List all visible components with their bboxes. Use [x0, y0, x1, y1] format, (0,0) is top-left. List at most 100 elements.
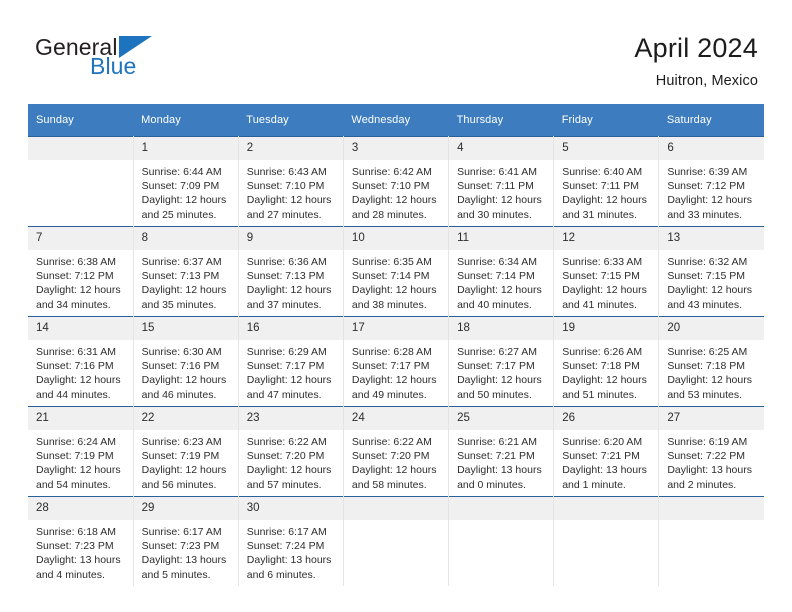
calendar-day-cell[interactable]: 10 Sunrise: 6:35 AM Sunset: 7:14 PM Dayligh… [342, 226, 450, 317]
calendar-day-cell[interactable]: 27 Sunrise: 6:19 AM Sunset: 7:22 PM Dayligh… [658, 406, 764, 497]
weekday-header-row: Sunday Monday Tuesday Wednesday Thursday Frid… [28, 104, 764, 137]
calendar-day-cell[interactable]: 11 Sunrise: 6:34 AM Sunset: 7:14 PM Dayligh… [448, 226, 555, 317]
calendar-day-cell[interactable]: 2 Sunrise: 6:43 AM Sunset: 7:10 PM Daylight… [237, 136, 344, 227]
calendar-day-cell[interactable]: 24 Sunrise: 6:22 AM Sunset: 7:20 PM Dayligh… [342, 406, 450, 497]
daylight-text-line1: Daylight: 12 hours [562, 374, 647, 387]
page-title: April 2024 [634, 33, 758, 63]
daylight-text-line1: Daylight: 12 hours [36, 374, 121, 387]
daylight-text-line2: and 4 minutes. [36, 568, 105, 581]
calendar-day-cell[interactable]: 3 Sunrise: 6:42 AM Sunset: 7:10 PM Daylight… [342, 136, 450, 227]
sunset-text: Sunset: 7:19 PM [36, 450, 114, 463]
daylight-text-line2: and 49 minutes. [351, 388, 427, 401]
calendar-day-cell[interactable]: 15 Sunrise: 6:30 AM Sunset: 7:16 PM Dayligh… [132, 316, 239, 407]
calendar-day-cell[interactable]: 16 Sunrise: 6:29 AM Sunset: 7:17 PM Dayligh… [237, 316, 344, 407]
calendar-day-cell-empty [658, 496, 764, 586]
sunrise-text: Sunrise: 6:22 AM [246, 436, 327, 448]
weekday-header-tuesday: Tuesday [238, 104, 344, 137]
daylight-text-line2: and 46 minutes. [141, 388, 217, 401]
day-details: Sunrise: 6:33 AM Sunset: 7:15 PM Daylight:… [554, 250, 658, 312]
daylight-text-line2: and 25 minutes. [141, 208, 217, 221]
daylight-text-line2: and 37 minutes. [246, 298, 322, 311]
sunrise-text: Sunrise: 6:23 AM [141, 436, 222, 448]
day-number: 13 [659, 227, 764, 250]
daylight-text-line1: Daylight: 12 hours [667, 374, 752, 387]
calendar-day-cell[interactable]: 20 Sunrise: 6:25 AM Sunset: 7:18 PM Dayligh… [658, 316, 764, 407]
daylight-text-line1: Daylight: 12 hours [457, 194, 542, 207]
calendar-day-cell[interactable]: 18 Sunrise: 6:27 AM Sunset: 7:17 PM Dayligh… [448, 316, 555, 407]
calendar-day-cell[interactable]: 14 Sunrise: 6:31 AM Sunset: 7:16 PM Dayligh… [28, 316, 134, 407]
calendar-day-cell[interactable]: 5 Sunrise: 6:40 AM Sunset: 7:11 PM Daylight… [553, 136, 660, 227]
weekday-header-saturday: Saturday [658, 104, 764, 137]
calendar-day-cell[interactable]: 26 Sunrise: 6:20 AM Sunset: 7:21 PM Dayligh… [553, 406, 660, 497]
calendar-day-cell[interactable]: 23 Sunrise: 6:22 AM Sunset: 7:20 PM Dayligh… [237, 406, 344, 497]
calendar-day-cell[interactable]: 22 Sunrise: 6:23 AM Sunset: 7:19 PM Dayligh… [132, 406, 239, 497]
daylight-text-line2: and 58 minutes. [351, 478, 427, 491]
sunset-text: Sunset: 7:14 PM [457, 270, 535, 283]
daylight-text-line1: Daylight: 13 hours [667, 464, 752, 477]
day-number: 25 [449, 407, 554, 430]
weekday-header-thursday: Thursday [448, 104, 554, 137]
sunset-text: Sunset: 7:21 PM [457, 450, 535, 463]
daylight-text-line1: Daylight: 12 hours [141, 284, 227, 297]
weekday-header-sunday: Sunday [28, 104, 134, 137]
daylight-text-line2: and 47 minutes. [246, 388, 322, 401]
weekday-header-wednesday: Wednesday [343, 104, 449, 137]
sunrise-text: Sunrise: 6:24 AM [36, 436, 116, 448]
brand-logo[interactable]: General Blue [35, 36, 265, 92]
brand-text-general: General [35, 34, 118, 60]
daylight-text-line2: and 44 minutes. [36, 388, 111, 401]
daylight-text-line2: and 54 minutes. [36, 478, 111, 491]
sunset-text: Sunset: 7:13 PM [141, 270, 220, 283]
calendar-day-cell[interactable]: 12 Sunrise: 6:33 AM Sunset: 7:15 PM Dayligh… [553, 226, 660, 317]
daylight-text-line2: and 1 minute. [562, 478, 626, 491]
daylight-text-line1: Daylight: 12 hours [246, 194, 332, 207]
daylight-text-line1: Daylight: 12 hours [246, 374, 332, 387]
sunrise-text: Sunrise: 6:17 AM [141, 526, 222, 538]
sunrise-text: Sunrise: 6:44 AM [141, 166, 222, 178]
calendar-day-cell[interactable]: 7 Sunrise: 6:38 AM Sunset: 7:12 PM Daylight… [28, 226, 134, 317]
calendar-day-cell[interactable]: 19 Sunrise: 6:26 AM Sunset: 7:18 PM Dayligh… [553, 316, 660, 407]
calendar-day-cell[interactable]: 21 Sunrise: 6:24 AM Sunset: 7:19 PM Dayligh… [28, 406, 134, 497]
daylight-text-line1: Daylight: 12 hours [141, 194, 227, 207]
calendar-table: Sunday Monday Tuesday Wednesday Thursday Frid… [28, 104, 764, 586]
daylight-text-line1: Daylight: 12 hours [351, 374, 437, 387]
sunrise-text: Sunrise: 6:40 AM [562, 166, 643, 178]
calendar-day-cell-empty [448, 496, 555, 586]
sunset-text: Sunset: 7:18 PM [562, 360, 640, 373]
daylight-text-line1: Daylight: 12 hours [246, 284, 332, 297]
sunrise-text: Sunrise: 6:22 AM [351, 436, 432, 448]
calendar-day-cell[interactable]: 13 Sunrise: 6:32 AM Sunset: 7:15 PM Dayligh… [658, 226, 764, 317]
calendar-day-cell[interactable]: 4 Sunrise: 6:41 AM Sunset: 7:11 PM Daylight… [448, 136, 555, 227]
calendar-day-cell[interactable]: 30 Sunrise: 6:17 AM Sunset: 7:24 PM Dayligh… [237, 496, 344, 586]
daylight-text-line1: Daylight: 12 hours [457, 374, 542, 387]
daylight-text-line1: Daylight: 12 hours [562, 194, 647, 207]
daylight-text-line1: Daylight: 12 hours [36, 284, 121, 297]
calendar-day-cell[interactable]: 29 Sunrise: 6:17 AM Sunset: 7:23 PM Dayligh… [132, 496, 239, 586]
calendar-day-cell[interactable]: 25 Sunrise: 6:21 AM Sunset: 7:21 PM Dayligh… [448, 406, 555, 497]
calendar-day-cell[interactable]: 17 Sunrise: 6:28 AM Sunset: 7:17 PM Dayligh… [342, 316, 450, 407]
sunset-text: Sunset: 7:24 PM [246, 540, 325, 553]
day-number: 26 [554, 407, 659, 430]
day-number: 18 [449, 317, 554, 340]
daylight-text-line2: and 0 minutes. [457, 478, 526, 491]
daylight-text-line1: Daylight: 12 hours [351, 194, 437, 207]
sunrise-text: Sunrise: 6:36 AM [246, 256, 327, 268]
day-number: 16 [238, 317, 343, 340]
sunset-text: Sunset: 7:23 PM [36, 540, 114, 553]
day-number: 12 [554, 227, 659, 250]
day-number: 22 [133, 407, 238, 430]
day-details: Sunrise: 6:34 AM Sunset: 7:14 PM Daylight:… [449, 250, 553, 312]
daylight-text-line2: and 56 minutes. [141, 478, 217, 491]
daylight-text-line1: Daylight: 12 hours [351, 464, 437, 477]
day-details: Sunrise: 6:28 AM Sunset: 7:17 PM Daylight:… [344, 340, 448, 402]
daylight-text-line2: and 35 minutes. [141, 298, 217, 311]
calendar-day-cell[interactable]: 6 Sunrise: 6:39 AM Sunset: 7:12 PM Daylight… [658, 136, 764, 227]
calendar-page: General Blue April 2024 Huitron, Mexico … [0, 0, 792, 612]
weekday-header-monday: Monday [133, 104, 239, 137]
day-details: Sunrise: 6:27 AM Sunset: 7:17 PM Daylight:… [449, 340, 553, 402]
calendar-day-cell[interactable]: 1 Sunrise: 6:44 AM Sunset: 7:09 PM Daylight… [132, 136, 239, 227]
calendar-day-cell[interactable]: 28 Sunrise: 6:18 AM Sunset: 7:23 PM Dayligh… [28, 496, 134, 586]
day-number: 3 [343, 137, 449, 160]
calendar-day-cell[interactable]: 9 Sunrise: 6:36 AM Sunset: 7:13 PM Daylight… [237, 226, 344, 317]
calendar-day-cell[interactable]: 8 Sunrise: 6:37 AM Sunset: 7:13 PM Daylight… [132, 226, 239, 317]
